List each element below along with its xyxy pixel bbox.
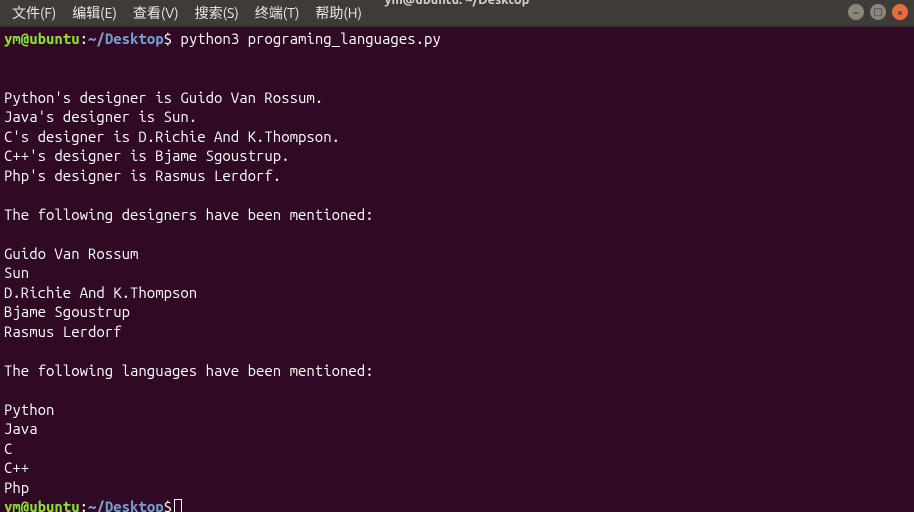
prompt-path: ~/Desktop [88,498,164,512]
output-line: Python [4,401,54,418]
terminal-window: ym@ubuntu: ~/Desktop – □ × 文件(F) 编辑(E) 查… [0,0,914,512]
prompt-path: ~/Desktop [88,30,164,47]
cursor-icon [174,499,182,512]
prompt-dollar: $ [164,30,172,47]
maximize-button[interactable]: □ [870,4,886,20]
minimize-icon: – [854,7,859,18]
output-line: Rasmus Lerdorf [4,323,122,340]
close-icon: × [897,7,903,18]
menu-edit[interactable]: 编辑(E) [66,0,123,26]
menu-help[interactable]: 帮助(H) [309,0,368,26]
output-line: Sun [4,264,29,281]
menu-file[interactable]: 文件(F) [6,0,62,26]
output-line: Java's designer is Sun. [4,108,197,125]
typed-command: python3 programing_languages.py [172,30,441,47]
menu-terminal[interactable]: 终端(T) [249,0,306,26]
window-title: ym@ubuntu: ~/Desktop [385,0,530,7]
prompt-colon: : [80,30,88,47]
output-line: D.Richie And K.Thompson [4,284,197,301]
prompt-user-host: ym@ubuntu [4,498,80,512]
output-line: Java [4,420,38,437]
terminal-area[interactable]: ym@ubuntu:~/Desktop$ python3 programing_… [0,27,914,512]
prompt-dollar: $ [164,498,172,512]
prompt-colon: : [80,498,88,512]
output-line: The following languages have been mentio… [4,362,374,379]
window-controls: – □ × [848,4,908,20]
output-line: Python's designer is Guido Van Rossum. [4,89,323,106]
output-line: Php's designer is Rasmus Lerdorf. [4,167,281,184]
maximize-icon: □ [873,6,882,18]
output-line: Bjame Sgoustrup [4,303,130,320]
menu-view[interactable]: 查看(V) [127,0,185,26]
menu-search[interactable]: 搜索(S) [189,0,245,26]
output-line: C [4,440,12,457]
output-line: C++'s designer is Bjame Sgoustrup. [4,147,290,164]
output-line: C++ [4,459,29,476]
output-line: Php [4,479,29,496]
prompt-user-host: ym@ubuntu [4,30,80,47]
close-button[interactable]: × [892,4,908,20]
output-line: C's designer is D.Richie And K.Thompson. [4,128,340,145]
output-line: Guido Van Rossum [4,245,138,262]
output-line: The following designers have been mentio… [4,206,374,223]
minimize-button[interactable]: – [848,4,864,20]
